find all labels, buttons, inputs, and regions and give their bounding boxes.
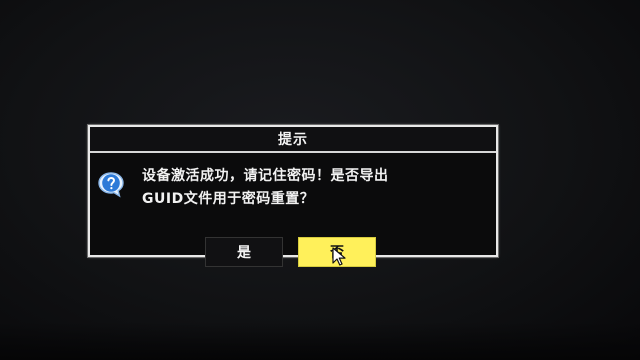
activation-dialog: 提示 设备激活成功，请记住密码！是否导出 GUID文件用于密码重置？ 是 否 xyxy=(87,124,499,267)
dialog-body: 设备激活成功，请记住密码！是否导出 GUID文件用于密码重置？ 是 否 xyxy=(90,153,496,267)
yes-button-label: 是 xyxy=(237,245,251,261)
message-line-2: GUID文件用于密码重置？ xyxy=(142,191,315,207)
bottom-shadow xyxy=(0,322,640,360)
yes-button[interactable]: 是 xyxy=(205,237,283,267)
help-icon xyxy=(98,172,124,198)
screen: 提示 设备激活成功，请记住密码！是否导出 GUID文件用于密码重置？ 是 否 xyxy=(0,0,640,360)
message-line-1: 设备激活成功，请记住密码！是否导出 xyxy=(142,168,389,184)
dialog-title-bar: 提示 xyxy=(90,127,496,153)
dialog-message: 设备激活成功，请记住密码！是否导出 GUID文件用于密码重置？ xyxy=(142,165,462,211)
cursor-icon xyxy=(332,247,346,266)
dialog-title: 提示 xyxy=(278,132,308,148)
